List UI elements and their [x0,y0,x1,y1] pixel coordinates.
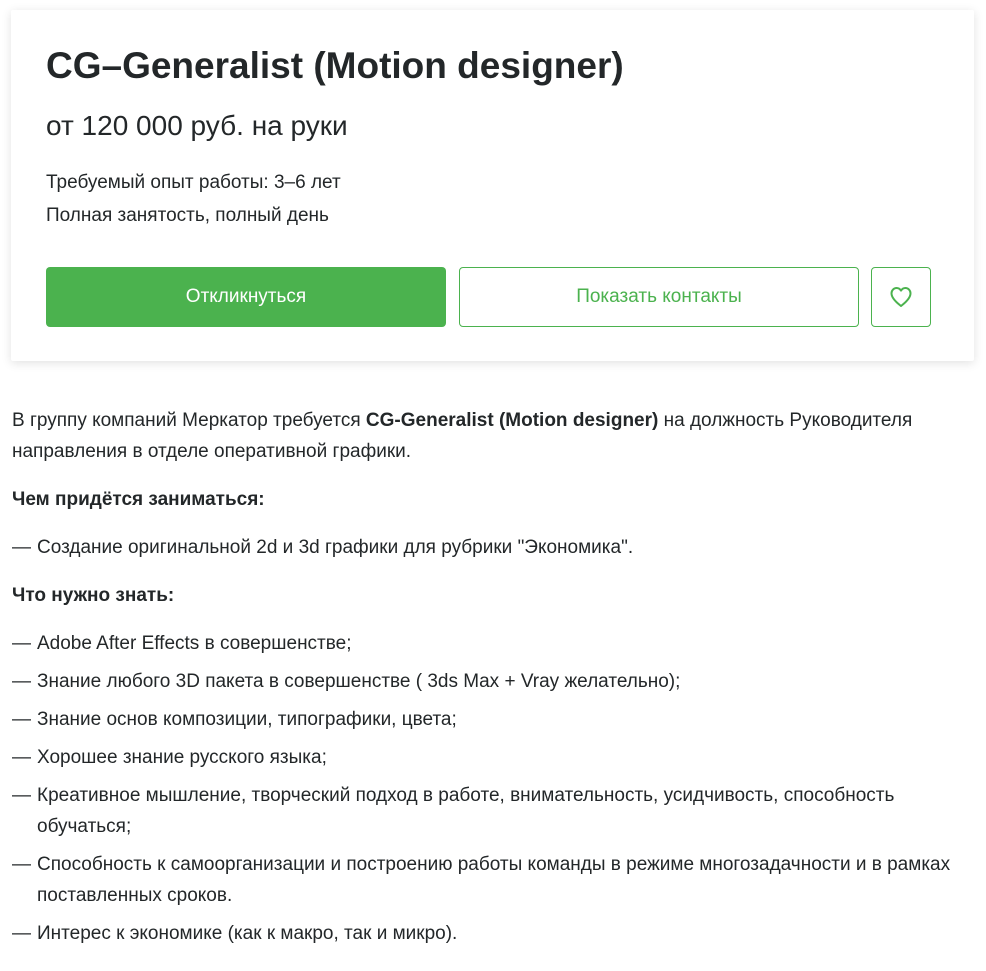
employment-type: Полная занятость, полный день [46,205,329,226]
list-item: — Знание любого 3D пакета в совершенстве … [12,671,681,692]
list-item: — Креативное мышление, творческий подход … [12,785,895,837]
heart-icon [889,286,913,308]
vacancy-description: В группу компаний Меркатор требуется CG-… [12,405,974,966]
list-item: — Создание оригинальной 2d и 3d графики д… [12,537,634,558]
list-item: — Adobe After Effects в совершенстве; [12,633,352,654]
position-name: CG-Generalist (Motion designer) [365,410,659,431]
experience-requirement: Требуемый опыт работы: 3–6 лет [46,172,341,193]
vacancy-salary: от 120 000 руб. на руки [46,110,348,141]
skills-list: — Adobe After Effects в совершенстве; — Зн… [12,628,974,949]
list-item: — Способность к самоорганизации и построе… [12,854,951,906]
favorite-button[interactable] [871,267,931,327]
list-item: — Знание основ композиции, типографики, ц… [12,709,457,730]
skills-heading: Что нужно знать: [12,585,175,606]
list-item: — Интерес к экономике (как к макро, так и… [12,923,458,944]
show-contacts-button[interactable]: Показать контакты [459,267,859,327]
vacancy-card: CG–Generalist (Motion designer) от 120 0… [11,10,974,361]
description-intro: В группу компаний Меркатор требуется CG-… [12,410,913,462]
duties-heading: Чем придётся заниматься: [12,489,265,510]
respond-button[interactable]: Откликнуться [46,267,446,327]
duties-list: — Создание оригинальной 2d и 3d графики д… [12,532,974,563]
vacancy-title: CG–Generalist (Motion designer) [46,45,624,86]
list-item: — Хорошее знание русского языка; [12,747,327,768]
